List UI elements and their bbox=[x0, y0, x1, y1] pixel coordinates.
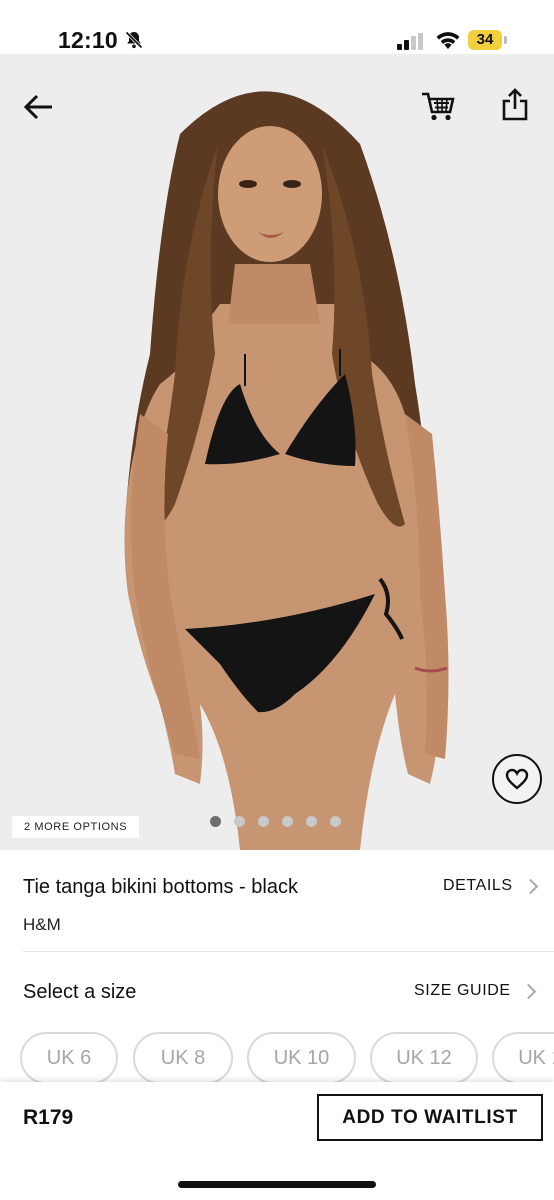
carousel-dot[interactable] bbox=[234, 816, 245, 827]
wishlist-button[interactable] bbox=[492, 754, 542, 804]
carousel-dot[interactable] bbox=[282, 816, 293, 827]
size-guide-link[interactable]: SIZE GUIDE bbox=[414, 982, 536, 1000]
size-option[interactable]: UK 12 bbox=[370, 1032, 478, 1084]
cellular-signal-icon bbox=[397, 33, 423, 50]
home-indicator[interactable] bbox=[178, 1181, 376, 1188]
heart-icon bbox=[505, 768, 529, 790]
carousel-dot[interactable] bbox=[330, 816, 341, 827]
details-link[interactable]: DETAILS bbox=[443, 877, 538, 895]
product-title: Tie tanga bikini bottoms - black bbox=[23, 876, 298, 898]
divider bbox=[23, 951, 554, 952]
bell-muted-icon bbox=[125, 31, 143, 49]
share-icon[interactable] bbox=[500, 88, 530, 122]
carousel-dot[interactable] bbox=[258, 816, 269, 827]
product-price: R179 bbox=[23, 1106, 74, 1129]
brand-name[interactable]: H&M bbox=[23, 915, 61, 935]
size-option[interactable]: UK 10 bbox=[247, 1032, 356, 1084]
size-selector: UK 6 UK 8 UK 10 UK 12 UK 14 bbox=[20, 1032, 554, 1086]
purchase-bar: R179 ADD TO WAITLIST bbox=[0, 1082, 554, 1200]
battery-cap bbox=[504, 36, 507, 44]
wifi-icon bbox=[436, 32, 460, 49]
size-heading: Select a size bbox=[23, 981, 137, 1003]
product-photo bbox=[124, 91, 449, 850]
back-arrow-icon[interactable] bbox=[22, 92, 56, 122]
size-option[interactable]: UK 14 bbox=[492, 1032, 554, 1084]
battery-indicator: 34 bbox=[468, 30, 508, 50]
chevron-right-icon bbox=[520, 983, 536, 999]
carousel-dot[interactable] bbox=[210, 816, 221, 827]
status-time: 12:10 bbox=[58, 27, 118, 53]
cart-icon[interactable] bbox=[420, 90, 456, 122]
product-image-carousel[interactable]: 2 MORE OPTIONS bbox=[0, 54, 554, 850]
size-option[interactable]: UK 6 bbox=[20, 1032, 118, 1084]
status-bar: 12:10 34 bbox=[0, 0, 554, 54]
details-label: DETAILS bbox=[443, 877, 513, 894]
size-guide-label: SIZE GUIDE bbox=[414, 982, 511, 999]
carousel-dots bbox=[210, 816, 341, 828]
more-options-tag[interactable]: 2 MORE OPTIONS bbox=[12, 816, 140, 838]
carousel-dot[interactable] bbox=[306, 816, 317, 827]
battery-level: 34 bbox=[476, 31, 494, 48]
size-option[interactable]: UK 8 bbox=[133, 1032, 233, 1084]
chevron-right-icon bbox=[522, 878, 538, 894]
add-to-waitlist-button[interactable]: ADD TO WAITLIST bbox=[317, 1094, 543, 1141]
